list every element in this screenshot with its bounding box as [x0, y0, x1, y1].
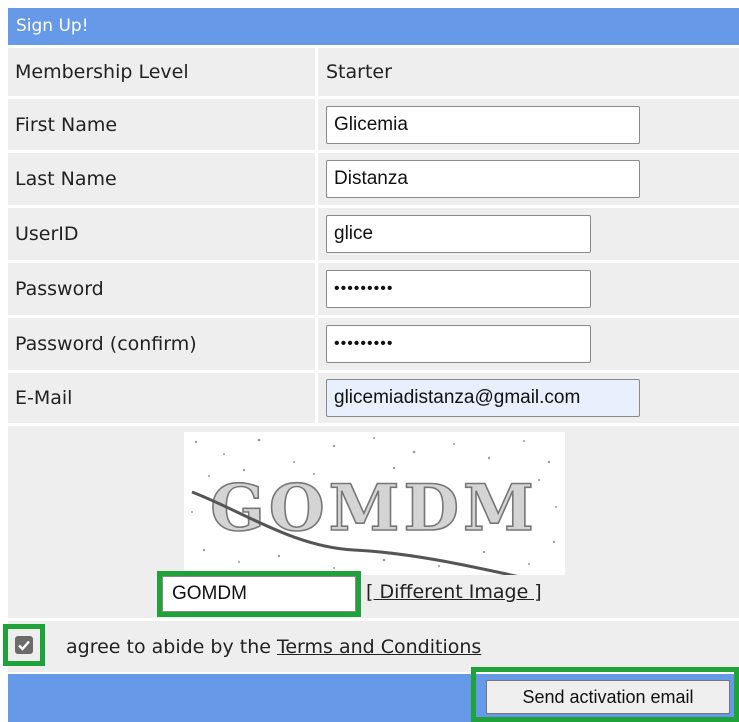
first-name-label: First Name [8, 99, 315, 150]
membership-level-value: Starter [318, 48, 739, 96]
form-title: Sign Up! [8, 8, 739, 45]
terms-prefix: agree to abide by the [66, 636, 277, 658]
email-input[interactable]: glicemiadistanza@gmail.com [326, 379, 640, 417]
send-activation-email-button[interactable]: Send activation email [486, 680, 730, 714]
row-password-confirm: Password (confirm) ••••••••• [8, 318, 739, 370]
userid-label: UserID [8, 208, 315, 260]
terms-text: agree to abide by the Terms and Conditio… [66, 636, 481, 658]
password-cell: ••••••••• [318, 263, 739, 315]
captcha-input-highlight: GOMDM [157, 571, 361, 617]
row-membership-level: Membership Level Starter [8, 48, 739, 96]
captcha-input[interactable]: GOMDM [162, 576, 356, 612]
email-label: E-Mail [8, 373, 315, 423]
row-userid: UserID glice [8, 208, 739, 260]
row-last-name: Last Name Distanza [8, 153, 739, 205]
captcha-image: GOMDM [184, 432, 565, 582]
send-button-highlight: Send activation email [471, 667, 739, 722]
row-email: E-Mail glicemiadistanza@gmail.com [8, 373, 739, 423]
captcha-text: GOMDM [210, 471, 538, 546]
first-name-cell: Glicemia [318, 99, 739, 150]
password-confirm-input[interactable]: ••••••••• [326, 325, 591, 363]
terms-checkbox[interactable] [15, 636, 33, 654]
password-confirm-label: Password (confirm) [8, 318, 315, 370]
last-name-label: Last Name [8, 153, 315, 205]
checkmark-icon [18, 640, 30, 651]
email-cell: glicemiadistanza@gmail.com [318, 373, 739, 423]
row-first-name: First Name Glicemia [8, 99, 739, 150]
userid-cell: glice [318, 208, 739, 260]
different-image-link[interactable]: [ Different Image ] [366, 581, 542, 603]
first-name-input[interactable]: Glicemia [326, 105, 640, 144]
password-confirm-cell: ••••••••• [318, 318, 739, 370]
last-name-input[interactable]: Distanza [326, 160, 640, 198]
membership-level-label: Membership Level [8, 48, 315, 96]
last-name-cell: Distanza [318, 153, 739, 205]
password-input[interactable]: ••••••••• [326, 270, 591, 308]
terms-and-conditions-link[interactable]: Terms and Conditions [277, 636, 481, 658]
userid-input[interactable]: glice [326, 215, 591, 253]
row-password: Password ••••••••• [8, 263, 739, 315]
terms-checkbox-highlight [3, 624, 45, 666]
password-label: Password [8, 263, 315, 315]
